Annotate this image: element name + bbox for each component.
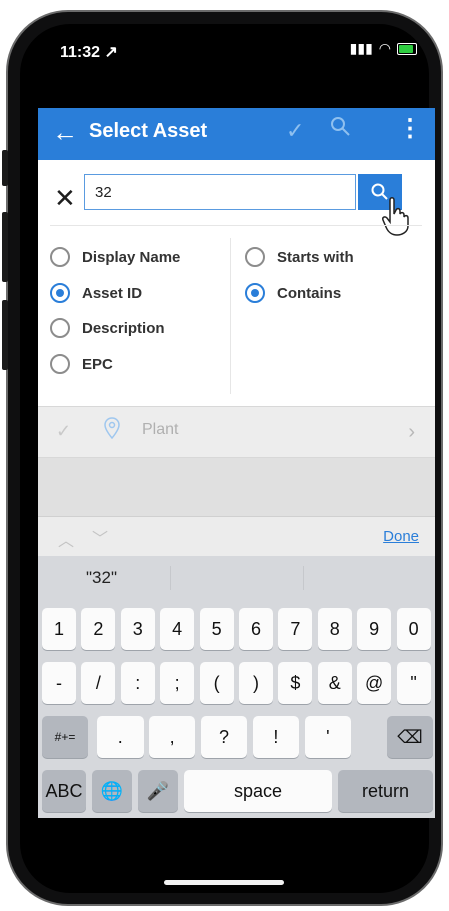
- radio-label: Asset ID: [82, 284, 143, 302]
- radio-label: Contains: [277, 284, 342, 302]
- key[interactable]: ': [304, 716, 352, 758]
- microphone-icon[interactable]: 🎤: [138, 770, 178, 812]
- hand-cursor-icon: [380, 196, 414, 241]
- home-indicator: [164, 880, 284, 885]
- return-key[interactable]: return: [338, 770, 433, 812]
- key[interactable]: 0: [396, 608, 431, 650]
- radio-description[interactable]: Description: [50, 318, 165, 338]
- key[interactable]: (: [199, 662, 234, 704]
- abc-key[interactable]: ABC: [42, 770, 86, 812]
- more-menu-icon[interactable]: ⋮: [398, 114, 422, 143]
- key[interactable]: .: [97, 716, 144, 758]
- side-button: [2, 300, 8, 370]
- key[interactable]: ": [396, 662, 431, 704]
- radio-epc[interactable]: EPC: [50, 354, 113, 374]
- radio-label: EPC: [82, 355, 113, 373]
- list-item[interactable]: ✓ Plant ›: [38, 406, 435, 458]
- chevron-right-icon: ›: [408, 421, 415, 443]
- key[interactable]: 1: [42, 608, 76, 650]
- radio-label: Display Name: [82, 248, 181, 266]
- backspace-key[interactable]: ⌫: [387, 716, 433, 758]
- radio-contains[interactable]: Contains: [245, 283, 341, 303]
- battery-icon: [397, 42, 417, 55]
- key[interactable]: 8: [317, 608, 352, 650]
- globe-icon[interactable]: 🌐: [92, 770, 132, 812]
- key[interactable]: ?: [200, 716, 248, 758]
- key[interactable]: 6: [239, 608, 273, 650]
- radio-label: Description: [82, 319, 165, 337]
- key[interactable]: 9: [357, 608, 392, 650]
- suggestion-item[interactable]: "32": [86, 568, 117, 588]
- divider: [50, 225, 422, 226]
- divider: [230, 238, 231, 394]
- check-icon[interactable]: ✓: [286, 118, 304, 144]
- key[interactable]: ;: [160, 662, 195, 704]
- radio-button[interactable]: [50, 283, 70, 303]
- chevron-up-icon[interactable]: ︿: [58, 527, 74, 551]
- key[interactable]: :: [120, 662, 155, 704]
- key[interactable]: !: [252, 716, 300, 758]
- wifi-icon: ◠: [378, 40, 391, 56]
- keyboard-suggestions: "32": [38, 556, 435, 602]
- key[interactable]: 7: [278, 608, 313, 650]
- radio-display-name[interactable]: Display Name: [50, 247, 180, 267]
- key[interactable]: 2: [81, 608, 116, 650]
- side-button: [2, 150, 8, 186]
- radio-starts-with[interactable]: Starts with: [245, 247, 354, 267]
- key[interactable]: 3: [120, 608, 155, 650]
- radio-label: Starts with: [277, 248, 354, 266]
- key[interactable]: $: [278, 662, 313, 704]
- keyboard-toolbar: ︿ ﹀ Done: [38, 516, 435, 557]
- signal-icon: ▮▮▮: [349, 40, 373, 56]
- close-icon[interactable]: ✕: [54, 183, 76, 214]
- radio-button[interactable]: [50, 247, 70, 267]
- done-button[interactable]: Done: [383, 528, 419, 545]
- search-icon[interactable]: [330, 116, 352, 144]
- key[interactable]: @: [357, 662, 392, 704]
- divider: [303, 566, 304, 590]
- radio-button[interactable]: [245, 283, 265, 303]
- divider: [170, 566, 171, 590]
- radio-button[interactable]: [245, 247, 265, 267]
- list-empty-area: [38, 458, 435, 518]
- key[interactable]: ,: [148, 716, 196, 758]
- page-title: Select Asset: [89, 120, 208, 142]
- search-input[interactable]: [84, 174, 356, 210]
- key[interactable]: &: [317, 662, 352, 704]
- back-arrow-icon[interactable]: ←: [52, 118, 78, 146]
- key[interactable]: -: [42, 662, 76, 704]
- check-icon: ✓: [56, 421, 72, 441]
- key[interactable]: 5: [199, 608, 234, 650]
- symbols-key[interactable]: #+=: [42, 716, 88, 758]
- location-pin-icon: [104, 417, 120, 445]
- key[interactable]: 4: [160, 608, 195, 650]
- radio-asset-id[interactable]: Asset ID: [50, 283, 142, 303]
- list-item-label: Plant: [142, 421, 179, 438]
- status-icons: ▮▮▮ ◠: [350, 40, 417, 57]
- key[interactable]: ): [239, 662, 273, 704]
- space-key[interactable]: space: [184, 770, 332, 812]
- chevron-down-icon[interactable]: ﹀: [92, 525, 108, 549]
- radio-button[interactable]: [50, 318, 70, 338]
- radio-button[interactable]: [50, 354, 70, 374]
- status-time: 11:32 ↗: [60, 44, 118, 61]
- side-button: [2, 212, 8, 282]
- key[interactable]: /: [81, 662, 116, 704]
